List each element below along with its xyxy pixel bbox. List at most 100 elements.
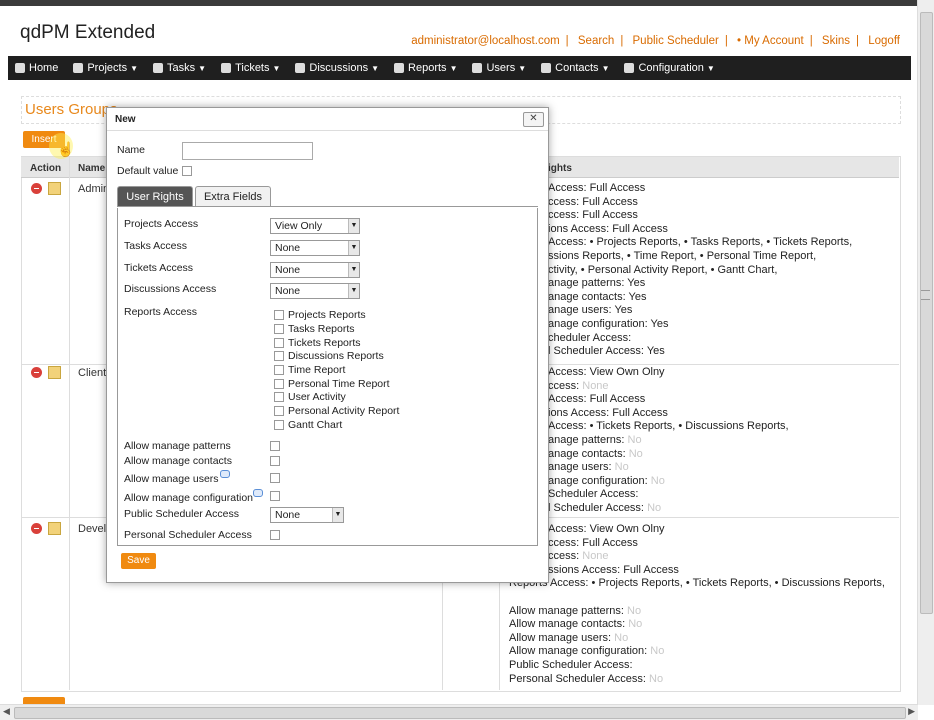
info-bubble-icon[interactable] [220, 470, 230, 478]
menu-contacts[interactable]: Contacts ▼ [534, 56, 617, 80]
menu-configuration[interactable]: Configuration ▼ [617, 56, 722, 80]
report-label: Time Report [288, 364, 346, 376]
allow-users-checkbox[interactable] [270, 473, 280, 483]
allow-patterns-label: Allow manage patterns [124, 440, 231, 452]
scroll-thumb[interactable] [920, 12, 933, 614]
report-checkbox[interactable] [274, 420, 284, 430]
report-checkbox[interactable] [274, 406, 284, 416]
report-checkbox[interactable] [274, 379, 284, 389]
scroll-thumb[interactable] [14, 707, 906, 719]
new-group-dialog: New ✕ Name Default value User Rights Ext… [106, 107, 549, 583]
menu-projects[interactable]: Projects ▼ [66, 56, 146, 80]
delete-icon[interactable] [31, 183, 42, 194]
discussions-access-label: Discussions Access [124, 283, 217, 295]
menu-discussions[interactable]: Discussions ▼ [288, 56, 387, 80]
arrow-right-icon[interactable]: ▶ [908, 706, 915, 717]
edit-icon[interactable] [48, 366, 61, 379]
tab-user-rights[interactable]: User Rights [117, 186, 193, 207]
column-divider [69, 157, 70, 690]
tasks-access-select[interactable]: None ▼ [270, 240, 360, 256]
skins-link[interactable]: Skins [822, 35, 850, 47]
chevron-down-icon: ▼ [601, 63, 610, 73]
window-top-bar [0, 0, 934, 6]
allow-contacts-label: Allow manage contacts [124, 455, 232, 467]
chevron-down-icon: ▼ [348, 241, 359, 255]
grip-icon [921, 290, 930, 300]
allow-configuration-label: Allow manage configuration [124, 492, 253, 504]
chevron-down-icon: ▼ [348, 284, 359, 298]
divider [107, 130, 548, 131]
menu-users[interactable]: Users ▼ [465, 56, 534, 80]
report-checkbox[interactable] [274, 365, 284, 375]
discussions-access-select[interactable]: None ▼ [270, 283, 360, 299]
tickets-access-label: Tickets Access [124, 262, 194, 274]
menu-reports[interactable]: Reports ▼ [387, 56, 465, 80]
save-button[interactable]: Save [121, 553, 156, 569]
report-checkbox[interactable] [274, 351, 284, 361]
allow-contacts-checkbox[interactable] [270, 456, 280, 466]
discussions-icon [295, 63, 306, 73]
table-row-name: Admin [78, 183, 110, 195]
allow-users-label: Allow manage users [124, 473, 219, 485]
name-field[interactable] [182, 142, 313, 160]
public-scheduler-link[interactable]: Public Scheduler [633, 35, 719, 47]
report-label: Discussions Reports [288, 350, 384, 362]
allow-configuration-checkbox[interactable] [270, 491, 280, 501]
rights-list: Access: View Own Olny ccess: None Access… [548, 366, 789, 514]
report-checkbox[interactable] [274, 392, 284, 402]
logoff-link[interactable]: Logoff [868, 35, 900, 47]
rights-list: Access: View Own Olny ccess: Full Access… [509, 523, 885, 685]
personal-scheduler-checkbox[interactable] [270, 530, 280, 540]
chevron-down-icon: ▼ [332, 508, 343, 522]
top-links: administrator@localhost.com | Search | Pub… [411, 35, 900, 47]
rights-list: Access: Full Access ccess: Full Access cce… [548, 182, 853, 358]
contacts-icon [541, 63, 552, 73]
delete-icon[interactable] [31, 523, 42, 534]
reports-icon [394, 63, 405, 73]
tickets-access-select[interactable]: None ▼ [270, 262, 360, 278]
table-row-name: Client [78, 367, 107, 379]
tasks-icon [153, 63, 164, 73]
report-label: User Activity [288, 391, 346, 403]
report-label: Projects Reports [288, 309, 366, 321]
info-bubble-icon[interactable] [253, 489, 263, 497]
tab-extra-fields[interactable]: Extra Fields [195, 186, 271, 207]
chevron-down-icon: ▼ [272, 63, 281, 73]
name-label: Name [117, 144, 146, 156]
header-action: Action [30, 163, 62, 174]
chevron-down-icon: ▼ [449, 63, 458, 73]
report-checkbox[interactable] [274, 338, 284, 348]
tab-divider [117, 206, 538, 207]
header-name: Name [78, 163, 106, 174]
default-value-checkbox[interactable] [182, 166, 192, 176]
public-scheduler-label: Public Scheduler Access [124, 508, 239, 520]
chevron-down-icon: ▼ [198, 63, 207, 73]
allow-patterns-checkbox[interactable] [270, 441, 280, 451]
public-scheduler-select[interactable]: None ▼ [270, 507, 344, 523]
search-link[interactable]: Search [578, 35, 614, 47]
tickets-icon [221, 63, 232, 73]
close-icon[interactable]: ✕ [523, 112, 544, 127]
edit-icon[interactable] [48, 182, 61, 195]
hand-cursor-icon: ☝ [57, 141, 75, 157]
app-title: qdPM Extended [20, 22, 156, 43]
menu-tasks[interactable]: Tasks ▼ [146, 56, 214, 80]
horizontal-scrollbar[interactable]: ◀ ▶ [0, 704, 918, 720]
edit-icon[interactable] [48, 522, 61, 535]
my-account-link[interactable]: • My Account [737, 35, 804, 47]
report-label: Tasks Reports [288, 323, 355, 335]
arrow-left-icon[interactable]: ◀ [3, 706, 10, 717]
chevron-down-icon: ▼ [348, 263, 359, 277]
menu-tickets[interactable]: Tickets ▼ [214, 56, 288, 80]
delete-icon[interactable] [31, 367, 42, 378]
menu-home[interactable]: Home [8, 56, 66, 80]
vertical-scrollbar[interactable] [917, 0, 934, 705]
chevron-down-icon: ▼ [130, 63, 139, 73]
projects-access-select[interactable]: View Only ▼ [270, 218, 360, 234]
chevron-down-icon: ▼ [348, 219, 359, 233]
personal-scheduler-label: Personal Scheduler Access [124, 529, 252, 541]
account-email-link[interactable]: administrator@localhost.com [411, 35, 559, 47]
report-checkbox[interactable] [274, 310, 284, 320]
report-checkbox[interactable] [274, 324, 284, 334]
chevron-down-icon: ▼ [371, 63, 380, 73]
